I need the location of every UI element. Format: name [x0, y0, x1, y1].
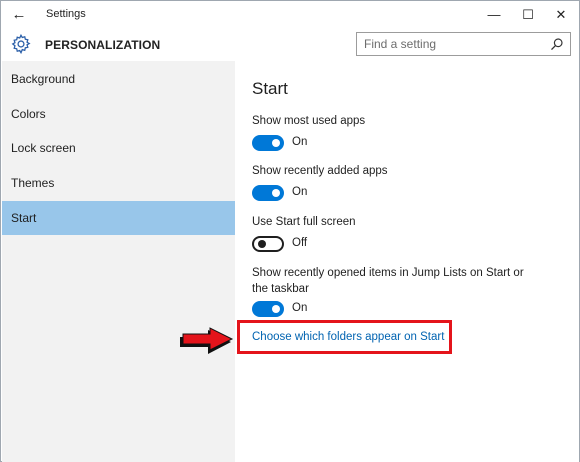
page-header: PERSONALIZATION [1, 29, 579, 61]
toggle-state-jump-lists: On [292, 302, 308, 314]
section-title: Start [252, 79, 288, 98]
maximize-button[interactable]: ☐ [512, 4, 544, 26]
toggle-state-full-screen: Off [292, 237, 308, 249]
choose-folders-link[interactable]: Choose which folders appear on Start [252, 331, 444, 343]
page-title: PERSONALIZATION [45, 38, 161, 52]
toggle-start-full-screen[interactable] [252, 236, 284, 252]
toggle-recently-added-apps[interactable] [252, 185, 284, 201]
toggle-knob [258, 240, 266, 248]
sidebar: Background Colors Lock screen Themes Sta… [2, 61, 235, 462]
red-arrow-annotation [180, 327, 234, 354]
sidebar-item-lock-screen[interactable]: Lock screen [2, 131, 235, 165]
setting-label-jump-lists: Show recently opened items in Jump Lists… [252, 267, 524, 295]
toggle-knob [272, 189, 280, 197]
title-bar: ← Settings — ☐ ✕ [1, 1, 579, 29]
sidebar-item-background[interactable]: Background [2, 62, 235, 96]
setting-label-recently-added: Show recently added apps [252, 165, 388, 177]
toggle-jump-lists[interactable] [252, 301, 284, 317]
sidebar-item-colors[interactable]: Colors [2, 97, 235, 131]
setting-label-most-used: Show most used apps [252, 115, 366, 127]
toggle-state-most-used: On [292, 136, 308, 148]
setting-label-full-screen: Use Start full screen [252, 216, 356, 228]
main-content: Start Show most used apps On Show recent… [235, 61, 579, 462]
gear-icon [11, 33, 31, 55]
toggle-state-recently-added: On [292, 186, 308, 198]
settings-window: ← Settings — ☐ ✕ PERSONALIZATION Backgro… [0, 0, 580, 462]
sidebar-item-themes[interactable]: Themes [2, 166, 235, 200]
back-button[interactable]: ← [7, 4, 31, 26]
minimize-button[interactable]: — [478, 4, 510, 26]
search-box[interactable] [356, 32, 571, 56]
search-icon[interactable] [550, 37, 564, 51]
window-title: Settings [46, 8, 86, 20]
close-button[interactable]: ✕ [545, 4, 577, 26]
toggle-knob [272, 305, 280, 313]
sidebar-item-start[interactable]: Start [2, 201, 235, 235]
toggle-most-used-apps[interactable] [252, 135, 284, 151]
toggle-knob [272, 139, 280, 147]
search-input[interactable] [357, 33, 547, 55]
